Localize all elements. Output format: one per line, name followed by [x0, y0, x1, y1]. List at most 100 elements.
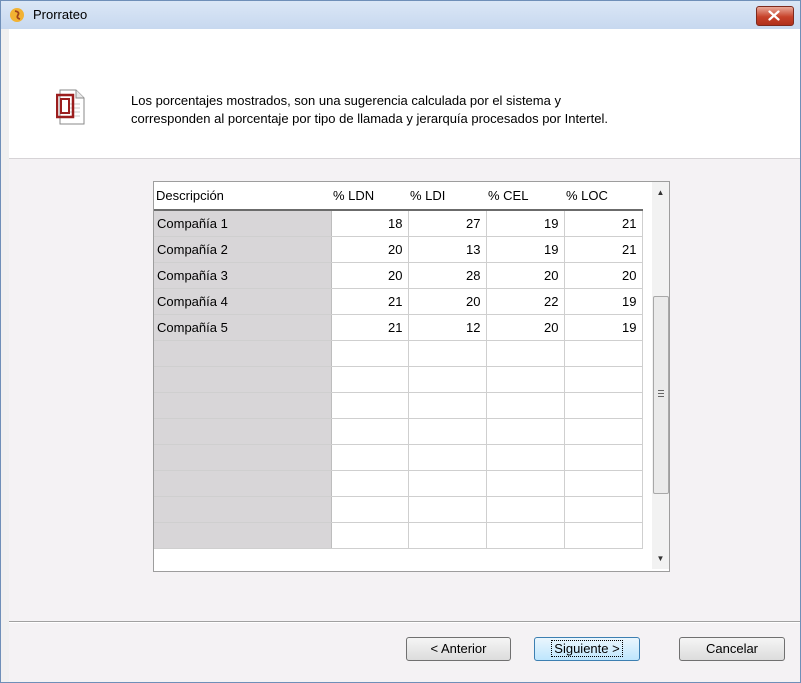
cel-cell[interactable]: 19 [486, 236, 565, 263]
ldn-cell[interactable] [331, 392, 409, 419]
ldi-cell[interactable]: 27 [408, 210, 487, 237]
ldn-cell[interactable] [331, 470, 409, 497]
loc-cell[interactable] [564, 366, 643, 393]
scroll-down-icon[interactable]: ▼ [652, 550, 669, 567]
empty-row[interactable] [154, 522, 643, 549]
loc-cell[interactable] [564, 522, 643, 549]
loc-cell[interactable]: 21 [564, 210, 643, 237]
cel-cell[interactable] [486, 444, 565, 471]
cel-cell[interactable] [486, 418, 565, 445]
document-icon [56, 89, 85, 125]
table-row[interactable]: Compañía 3 20 28 20 20 [154, 262, 643, 289]
column-header-ldn[interactable]: % LDN [331, 182, 408, 211]
cancel-button[interactable]: Cancelar [679, 637, 785, 661]
company-name-cell [154, 366, 332, 393]
loc-cell[interactable]: 21 [564, 236, 643, 263]
company-name-cell: Compañía 4 [154, 288, 332, 315]
cel-cell[interactable]: 20 [486, 262, 565, 289]
ldi-cell[interactable]: 20 [408, 288, 487, 315]
ldi-cell[interactable] [408, 392, 487, 419]
ldn-cell[interactable]: 21 [331, 314, 409, 341]
table-row[interactable]: Compañía 2 20 13 19 21 [154, 236, 643, 263]
loc-cell[interactable] [564, 418, 643, 445]
ldn-cell[interactable] [331, 444, 409, 471]
ldn-cell[interactable] [331, 522, 409, 549]
scroll-up-icon[interactable]: ▲ [652, 184, 669, 201]
cel-cell[interactable]: 20 [486, 314, 565, 341]
empty-row[interactable] [154, 340, 643, 367]
cel-cell[interactable] [486, 522, 565, 549]
ldn-cell[interactable] [331, 366, 409, 393]
ldn-cell[interactable] [331, 340, 409, 367]
grid-table: Descripción % LDN % LDI % CEL % LOC Comp… [154, 182, 643, 549]
company-name-cell: Compañía 3 [154, 262, 332, 289]
ldi-cell[interactable]: 12 [408, 314, 487, 341]
ldi-cell[interactable]: 13 [408, 236, 487, 263]
company-name-cell [154, 444, 332, 471]
cel-cell[interactable]: 19 [486, 210, 565, 237]
back-button[interactable]: < Anterior [406, 637, 511, 661]
column-header-loc[interactable]: % LOC [564, 182, 642, 211]
cel-cell[interactable] [486, 392, 565, 419]
loc-cell[interactable] [564, 444, 643, 471]
loc-cell[interactable] [564, 340, 643, 367]
ldn-cell[interactable]: 18 [331, 210, 409, 237]
company-name-cell: Compañía 5 [154, 314, 332, 341]
scroll-thumb[interactable] [653, 296, 669, 494]
loc-cell[interactable] [564, 496, 643, 523]
empty-row[interactable] [154, 470, 643, 497]
loc-cell[interactable]: 19 [564, 288, 643, 315]
empty-row[interactable] [154, 444, 643, 471]
grid-rows: Compañía 1 18 27 19 21 Compañía 2 20 13 … [154, 210, 643, 549]
ldn-cell[interactable]: 21 [331, 288, 409, 315]
company-name-cell [154, 418, 332, 445]
loc-cell[interactable] [564, 392, 643, 419]
empty-row[interactable] [154, 496, 643, 523]
ldi-cell[interactable] [408, 444, 487, 471]
ldn-cell[interactable] [331, 418, 409, 445]
ldi-cell[interactable] [408, 340, 487, 367]
ldi-cell[interactable]: 28 [408, 262, 487, 289]
close-icon [768, 10, 780, 21]
table-row[interactable]: Compañía 4 21 20 22 19 [154, 288, 643, 315]
company-name-cell [154, 392, 332, 419]
ldi-cell[interactable] [408, 522, 487, 549]
vertical-scrollbar[interactable]: ▲ ▼ [652, 182, 669, 569]
ldi-cell[interactable] [408, 470, 487, 497]
loc-cell[interactable]: 19 [564, 314, 643, 341]
ldn-cell[interactable] [331, 496, 409, 523]
cel-cell[interactable] [486, 340, 565, 367]
ldi-cell[interactable] [408, 496, 487, 523]
loc-cell[interactable]: 20 [564, 262, 643, 289]
cel-cell[interactable] [486, 470, 565, 497]
cel-cell[interactable]: 22 [486, 288, 565, 315]
percentages-grid[interactable]: Descripción % LDN % LDI % CEL % LOC Comp… [153, 181, 670, 572]
empty-row[interactable] [154, 366, 643, 393]
ldi-cell[interactable] [408, 366, 487, 393]
empty-row[interactable] [154, 392, 643, 419]
window-title: Prorrateo [33, 7, 88, 22]
ldn-cell[interactable]: 20 [331, 236, 409, 263]
close-button[interactable] [756, 6, 794, 26]
table-row[interactable]: Compañía 1 18 27 19 21 [154, 210, 643, 237]
table-row[interactable]: Compañía 5 21 12 20 19 [154, 314, 643, 341]
company-name-cell [154, 522, 332, 549]
company-name-cell [154, 470, 332, 497]
ldn-cell[interactable]: 20 [331, 262, 409, 289]
next-button[interactable]: Siguiente > [534, 637, 640, 661]
ldi-cell[interactable] [408, 418, 487, 445]
cel-cell[interactable] [486, 366, 565, 393]
header-panel: Los porcentajes mostrados, son una suger… [9, 29, 800, 159]
scroll-grip-icon [658, 390, 664, 391]
title-bar[interactable]: Prorrateo [1, 1, 800, 29]
next-button-label: Siguiente > [551, 640, 623, 657]
company-name-cell [154, 496, 332, 523]
column-header-descripcion[interactable]: Descripción [154, 182, 331, 211]
cel-cell[interactable] [486, 496, 565, 523]
company-name-cell [154, 340, 332, 367]
loc-cell[interactable] [564, 470, 643, 497]
app-logo-icon [10, 8, 24, 22]
column-header-ldi[interactable]: % LDI [408, 182, 486, 211]
column-header-cel[interactable]: % CEL [486, 182, 564, 211]
empty-row[interactable] [154, 418, 643, 445]
